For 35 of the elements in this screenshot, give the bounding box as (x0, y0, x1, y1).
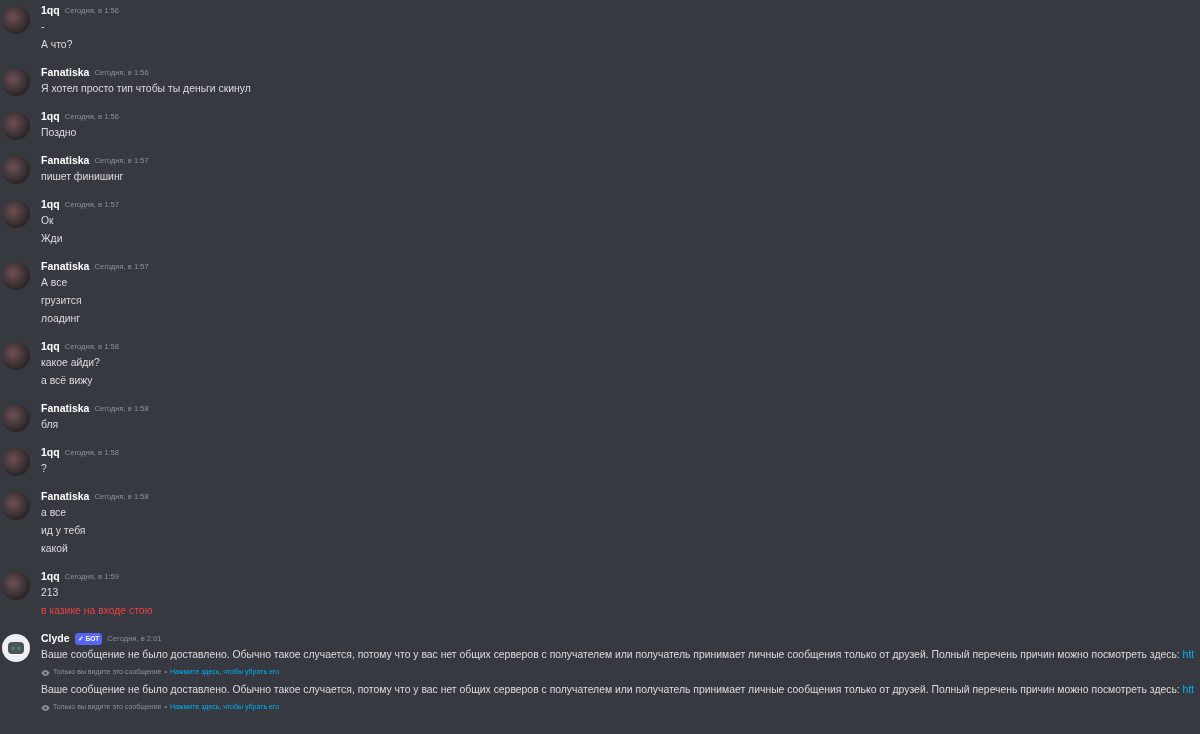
username[interactable]: 1qq (41, 197, 60, 213)
username[interactable]: Clyde (41, 631, 70, 647)
link[interactable]: htt (1182, 684, 1195, 695)
message-text: А все (41, 276, 69, 290)
username[interactable]: Fanatiska (41, 65, 90, 81)
message-text: какой (41, 542, 69, 556)
message-text: - (41, 20, 46, 34)
message-text: Ваше сообщение не было доставлено. Обычно такое случается, потому что у вас нет общих серверов с получателем или получатель принимает личные сообщения только от друзей. Полный перечень причин можно посмотреть здесь: htt (41, 683, 1195, 697)
message-text: а все (41, 506, 68, 520)
message-text: лоадинг (41, 312, 82, 326)
username[interactable]: 1qq (41, 339, 60, 355)
username[interactable]: Fanatiska (41, 489, 90, 505)
message-text: ? (41, 462, 48, 476)
message-text: какое айди? (41, 356, 101, 370)
username[interactable]: 1qq (41, 569, 60, 585)
message-text: грузится (41, 294, 83, 308)
username[interactable]: Fanatiska (41, 401, 90, 417)
message-text: Ваше сообщение не было доставлено. Обычно такое случается, потому что у вас нет общих серверов с получателем или получатель принимает личные сообщения только от друзей. Полный перечень причин можно посмотреть здесь: htt (41, 648, 1195, 662)
message-text: Жди (41, 232, 64, 246)
username[interactable]: Fanatiska (41, 153, 90, 169)
username[interactable]: Fanatiska (41, 259, 90, 275)
message-text: 213 (41, 586, 60, 600)
message-text: Поздно (41, 126, 78, 140)
link[interactable]: htt (1182, 649, 1195, 660)
username[interactable]: 1qq (41, 445, 60, 461)
message-text: Я хотел просто тип чтобы ты деньги скинул (41, 82, 251, 96)
message-text: ид у тебя (41, 524, 87, 538)
message-text: пишет финишинг (41, 170, 125, 184)
message-text: а всё вижу (41, 374, 94, 388)
message-text: Ок (41, 214, 55, 228)
username[interactable]: 1qq (41, 3, 60, 19)
username[interactable]: 1qq (41, 109, 60, 125)
message-text: А что? (41, 38, 74, 52)
message-text: бля (41, 418, 60, 432)
failed-message-text: в казике на входе стою (41, 604, 153, 618)
